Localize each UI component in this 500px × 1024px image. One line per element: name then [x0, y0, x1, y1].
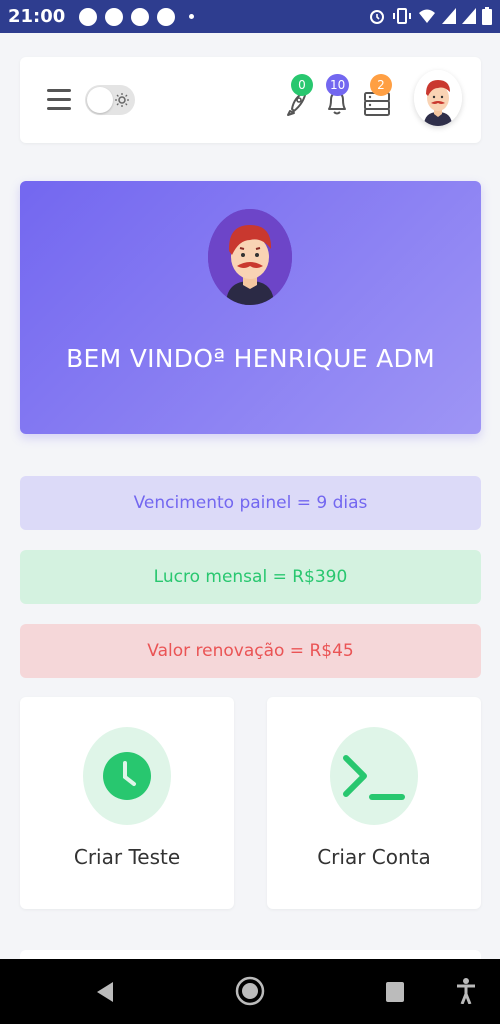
signal-icon [462, 8, 476, 24]
theme-toggle[interactable] [85, 85, 135, 115]
alarm-icon [370, 10, 384, 24]
create-account-button[interactable]: Criar Conta [267, 697, 481, 909]
welcome-text: BEM VINDOª HENRIQUE ADM [66, 344, 435, 373]
terminal-icon [343, 755, 405, 800]
toggle-knob [87, 87, 113, 113]
monthly-profit-info: Lucro mensal = R$390 [20, 550, 481, 604]
home-icon[interactable] [235, 975, 265, 1007]
clock-icon [103, 752, 151, 800]
telegram-icon [105, 7, 124, 26]
create-test-button[interactable]: Criar Teste [20, 697, 234, 909]
rocket-notification-button[interactable]: 0 [284, 74, 313, 117]
wifi-icon [419, 9, 435, 23]
rocket-badge: 0 [291, 74, 313, 96]
server-notification-button[interactable]: 2 [363, 74, 392, 117]
banner-avatar [208, 209, 292, 305]
navigation-bar [0, 959, 500, 1024]
sun-icon [115, 93, 129, 107]
back-icon[interactable] [95, 981, 115, 1003]
expiration-info: Vencimento painel = 9 dias [20, 476, 481, 530]
top-header: 0 10 2 [20, 57, 481, 143]
menu-icon[interactable] [47, 89, 71, 111]
avatar-illustration [208, 209, 292, 305]
user-avatar[interactable] [414, 70, 462, 126]
avatar-illustration [414, 70, 462, 126]
create-test-icon-bg [83, 727, 171, 825]
dot-icon [189, 14, 195, 19]
welcome-banner: BEM VINDOª HENRIQUE ADM [20, 181, 481, 434]
recents-icon[interactable] [386, 982, 404, 1002]
renewal-value-info: Valor renovação = R$45 [20, 624, 481, 678]
bell-badge: 10 [326, 74, 350, 96]
bell-notification-button[interactable]: 10 [324, 74, 352, 117]
signal-icon [442, 8, 456, 24]
server-badge: 2 [370, 74, 392, 96]
create-account-icon-bg [330, 727, 418, 825]
status-bar: 21:00 [0, 0, 500, 33]
create-account-label: Criar Conta [317, 845, 431, 869]
create-test-label: Criar Teste [73, 845, 181, 869]
vibrate-icon [393, 8, 411, 24]
status-time: 21:00 [8, 6, 66, 27]
accessibility-icon[interactable] [456, 978, 476, 1004]
status-right-icons [368, 7, 492, 25]
facebook-icon [157, 7, 176, 26]
b-icon [131, 7, 150, 26]
telegram-icon [79, 7, 98, 26]
battery-icon [482, 7, 492, 25]
